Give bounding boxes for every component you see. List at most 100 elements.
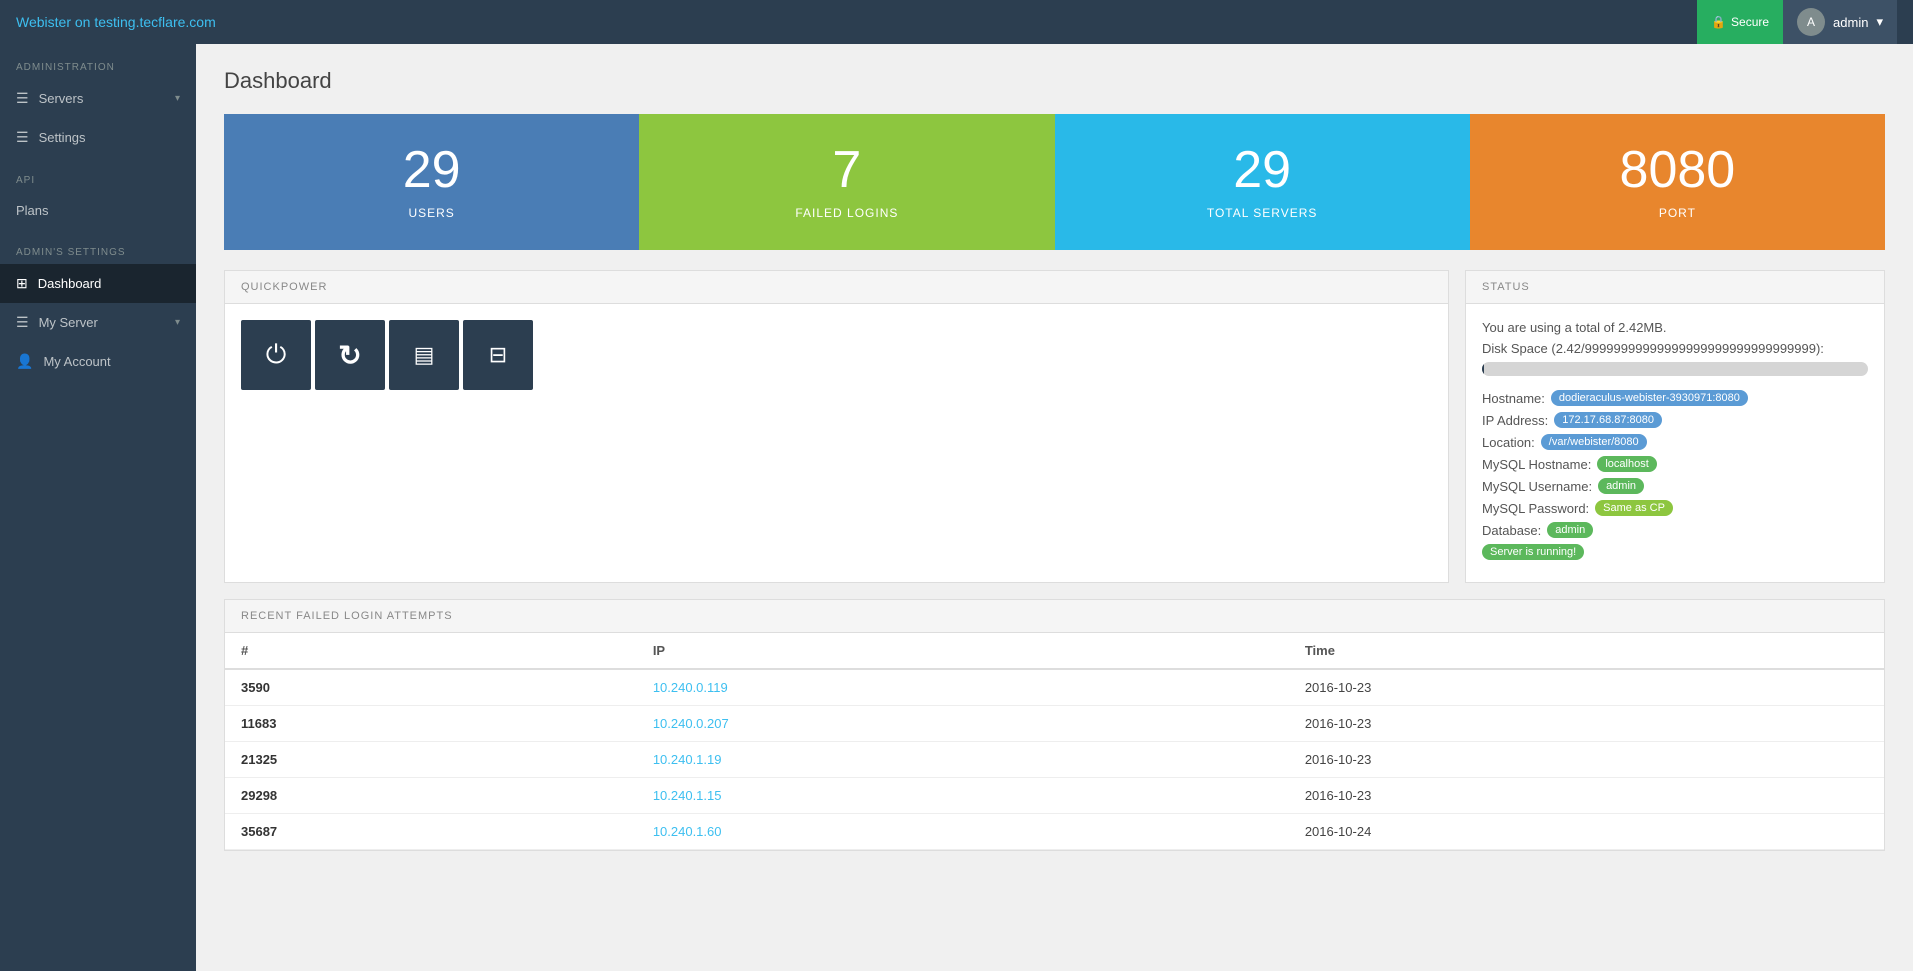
sidebar-item-servers[interactable]: ☰ Servers ▾: [0, 79, 196, 118]
sidebar-item-settings[interactable]: ☰ Settings: [0, 118, 196, 157]
mysql-hostname-value: localhost: [1597, 456, 1656, 472]
hostname-value: dodieraculus-webister-3930971:8080: [1551, 390, 1748, 406]
mysql-password-value: Same as CP: [1595, 500, 1673, 516]
sidebar-myserver-label: My Server: [39, 315, 98, 330]
status-row-database: Database: admin: [1482, 522, 1868, 538]
status-body: You are using a total of 2.42MB. Disk Sp…: [1466, 304, 1884, 582]
console-icon: ▤: [414, 342, 435, 368]
stat-users-label: USERS: [244, 206, 619, 220]
stat-card-failed-logins: 7 FAILED LOGINS: [639, 114, 1054, 250]
quickpower-buttons: ⏻ ↻ ▤ ⊟: [241, 320, 1432, 390]
cell-id: 21325: [225, 742, 637, 778]
sidebar-item-myaccount-left: 👤 My Account: [16, 353, 111, 370]
disk-bar-fill: [1482, 362, 1484, 376]
admin-section-label: ADMINISTRATION: [0, 44, 196, 79]
servers-icon: ☰: [16, 90, 29, 107]
ip-label: IP Address:: [1482, 413, 1548, 428]
location-label: Location:: [1482, 435, 1535, 450]
console-button[interactable]: ▤: [389, 320, 459, 390]
stat-total-servers-number: 29: [1075, 144, 1450, 196]
sidebar-dashboard-label: Dashboard: [38, 276, 102, 291]
database-button[interactable]: ⊟: [463, 320, 533, 390]
user-menu[interactable]: A admin ▾: [1783, 0, 1897, 44]
lock-icon: 🔒: [1711, 15, 1726, 29]
main-layout: ADMINISTRATION ☰ Servers ▾ ☰ Settings AP…: [0, 44, 1913, 971]
col-time: Time: [1289, 633, 1884, 669]
col-ip: IP: [637, 633, 1289, 669]
sidebar-section-adminsettings: ADMIN'S SETTINGS ⊞ Dashboard ☰ My Server…: [0, 229, 196, 381]
database-icon: ⊟: [489, 342, 507, 368]
status-row-hostname: Hostname: dodieraculus-webister-3930971:…: [1482, 390, 1868, 406]
disk-space-label: Disk Space (2.42/99999999999999999999999…: [1482, 341, 1868, 356]
sidebar-settings-label: Settings: [39, 130, 86, 145]
database-value: admin: [1547, 522, 1593, 538]
sidebar-item-dashboard-left: ⊞ Dashboard: [16, 275, 101, 292]
restart-button[interactable]: ↻: [315, 320, 385, 390]
myaccount-icon: 👤: [16, 353, 33, 370]
recent-logins-header: RECENT FAILED LOGIN ATTEMPTS: [225, 600, 1884, 633]
status-row-mysql-password: MySQL Password: Same as CP: [1482, 500, 1868, 516]
ip-value: 172.17.68.87:8080: [1554, 412, 1662, 428]
sidebar-section-administration: ADMINISTRATION ☰ Servers ▾ ☰ Settings: [0, 44, 196, 157]
cell-time: 2016-10-23: [1289, 778, 1884, 814]
col-id: #: [225, 633, 637, 669]
myserver-icon: ☰: [16, 314, 29, 331]
recent-logins-table: # IP Time 3590 10.240.0.119 2016-10-23 1…: [225, 633, 1884, 850]
cell-id: 3590: [225, 669, 637, 706]
status-row-ip: IP Address: 172.17.68.87:8080: [1482, 412, 1868, 428]
table-row: 11683 10.240.0.207 2016-10-23: [225, 706, 1884, 742]
avatar-initial: A: [1807, 15, 1815, 29]
adminsettings-section-label: ADMIN'S SETTINGS: [0, 229, 196, 264]
disk-bar-container: [1482, 362, 1868, 376]
brand-site: testing.tecflare.com: [94, 14, 215, 30]
stat-failed-logins-number: 7: [659, 144, 1034, 196]
sidebar-section-api: API Plans: [0, 157, 196, 229]
cell-time: 2016-10-24: [1289, 814, 1884, 850]
quickpower-body: ⏻ ↻ ▤ ⊟: [225, 304, 1448, 406]
stat-port-label: PORT: [1490, 206, 1865, 220]
mysql-password-label: MySQL Password:: [1482, 501, 1589, 516]
stat-port-number: 8080: [1490, 144, 1865, 196]
cell-ip: 10.240.1.15: [637, 778, 1289, 814]
cell-id: 11683: [225, 706, 637, 742]
settings-icon: ☰: [16, 129, 29, 146]
mysql-username-value: admin: [1598, 478, 1644, 494]
sidebar-item-plans-left: Plans: [16, 203, 49, 218]
sidebar-item-myaccount[interactable]: 👤 My Account: [0, 342, 196, 381]
sidebar-plans-label: Plans: [16, 203, 49, 218]
status-header: STATUS: [1466, 271, 1884, 304]
location-value: /var/webister/8080: [1541, 434, 1647, 450]
sidebar-item-settings-left: ☰ Settings: [16, 129, 86, 146]
sidebar-item-plans[interactable]: Plans: [0, 192, 196, 229]
table-row: 21325 10.240.1.19 2016-10-23: [225, 742, 1884, 778]
sidebar-item-dashboard[interactable]: ⊞ Dashboard: [0, 264, 196, 303]
stats-grid: 29 USERS 7 FAILED LOGINS 29 TOTAL SERVER…: [224, 114, 1885, 250]
sidebar-item-myserver-left: ☰ My Server: [16, 314, 98, 331]
power-button[interactable]: ⏻: [241, 320, 311, 390]
sidebar-servers-label: Servers: [39, 91, 84, 106]
chevron-down-icon: ▾: [175, 317, 180, 328]
mysql-username-label: MySQL Username:: [1482, 479, 1592, 494]
avatar: A: [1797, 8, 1825, 36]
status-panel: STATUS You are using a total of 2.42MB. …: [1465, 270, 1885, 583]
cell-id: 35687: [225, 814, 637, 850]
status-row-mysql-username: MySQL Username: admin: [1482, 478, 1868, 494]
disk-usage-text: You are using a total of 2.42MB.: [1482, 320, 1868, 335]
sidebar-item-myserver[interactable]: ☰ My Server ▾: [0, 303, 196, 342]
chevron-down-icon: ▾: [175, 93, 180, 104]
topbar-right: 🔒 Secure A admin ▾: [1697, 0, 1897, 44]
restart-icon: ↻: [338, 339, 361, 372]
running-badge: Server is running!: [1482, 544, 1584, 560]
status-row-mysql-hostname: MySQL Hostname: localhost: [1482, 456, 1868, 472]
stat-card-users: 29 USERS: [224, 114, 639, 250]
table-header-row: # IP Time: [225, 633, 1884, 669]
status-row-location: Location: /var/webister/8080: [1482, 434, 1868, 450]
cell-time: 2016-10-23: [1289, 742, 1884, 778]
stat-users-number: 29: [244, 144, 619, 196]
two-col-section: QUICKPOWER ⏻ ↻ ▤ ⊟: [224, 270, 1885, 583]
secure-label: Secure: [1731, 15, 1769, 29]
cell-ip: 10.240.0.207: [637, 706, 1289, 742]
api-section-label: API: [0, 157, 196, 192]
cell-time: 2016-10-23: [1289, 706, 1884, 742]
page-title: Dashboard: [224, 68, 1885, 94]
